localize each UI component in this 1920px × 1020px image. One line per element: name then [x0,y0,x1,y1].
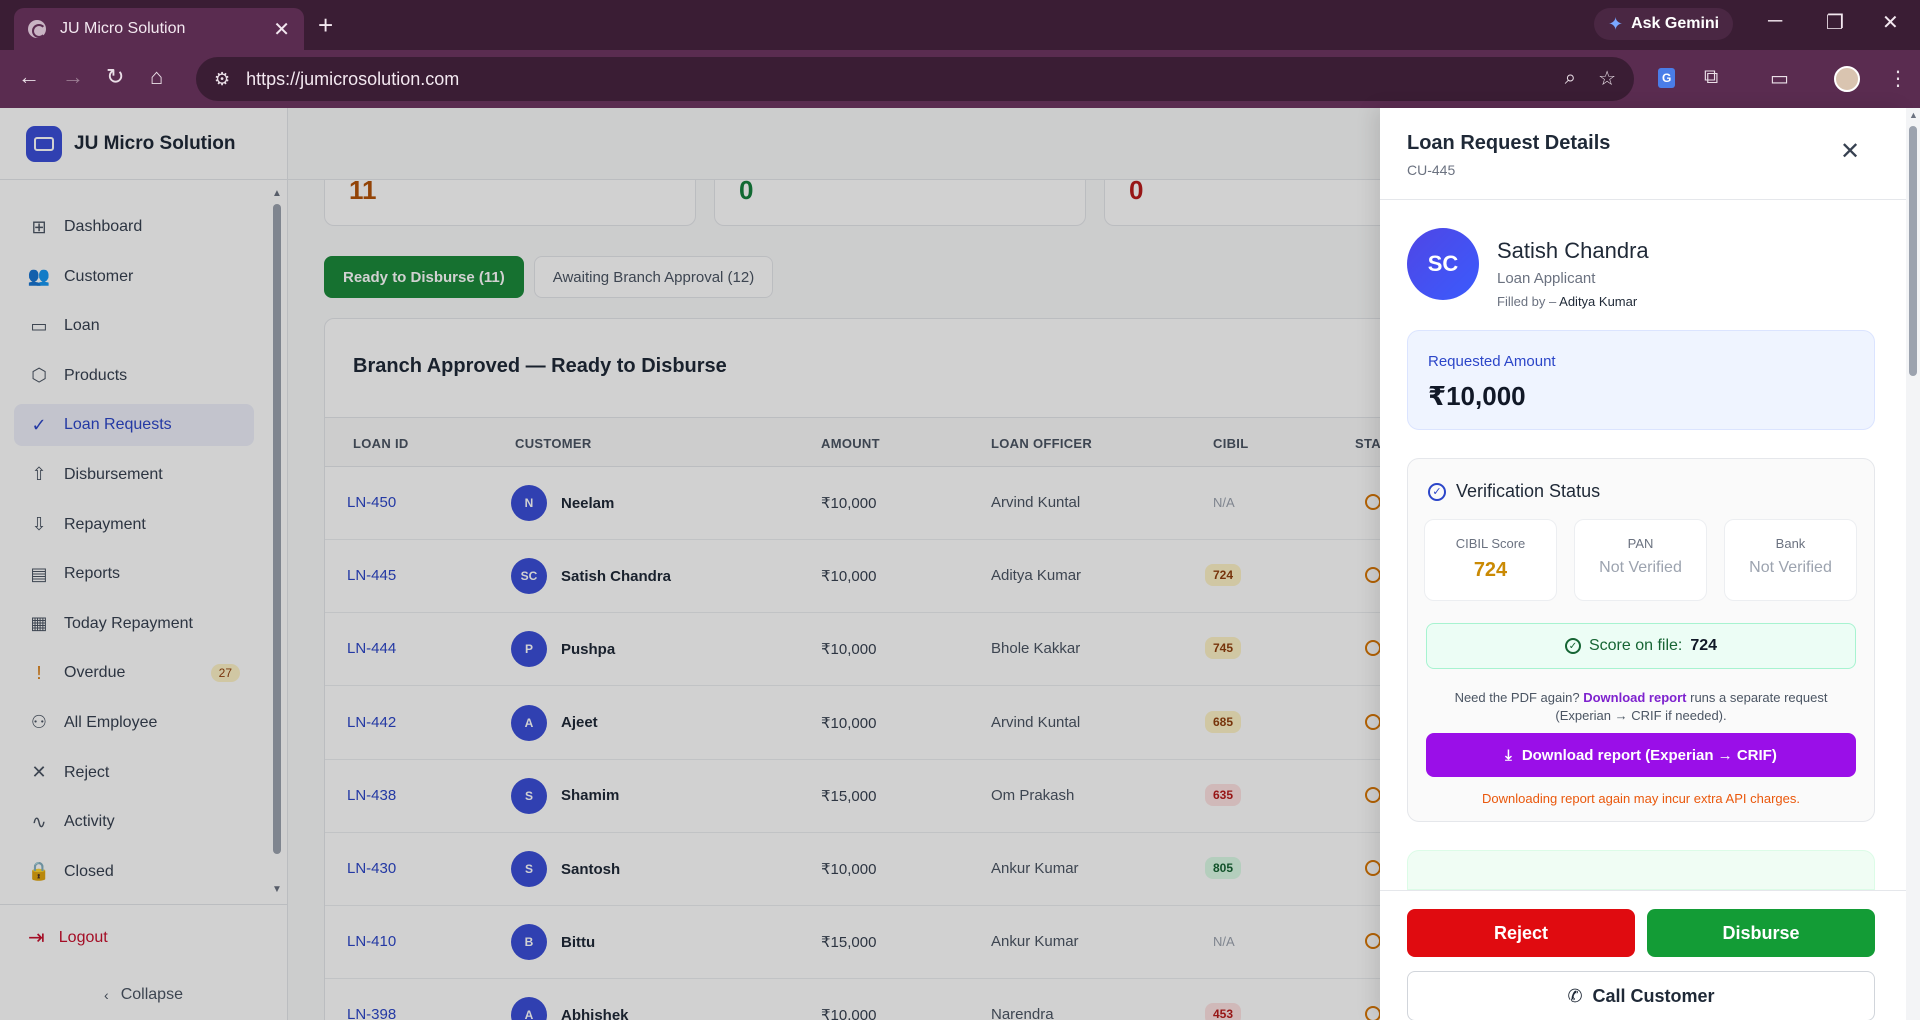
minimize-icon[interactable]: ─ [1768,10,1782,33]
browser-tab[interactable]: JU Micro Solution ✕ [14,8,304,50]
browser-tab-bar: JU Micro Solution ✕ + ✦ Ask Gemini ─ ❐ ✕ [0,0,1920,50]
cibil-score-label: CIBIL Score [1455,536,1526,551]
filled-by-label: Filled by – [1497,294,1557,309]
verification-title: Verification Status [1456,481,1601,501]
download-report-link[interactable]: Download report [1583,690,1686,705]
call-customer-label: Call Customer [1592,985,1715,1006]
drawer-scrollbar[interactable]: ▲ [1906,108,1920,1020]
cast-icon[interactable]: ▭ [1770,66,1789,91]
tab-close-icon[interactable]: ✕ [273,17,290,42]
gemini-sparkle-icon: ✦ [1608,13,1624,34]
filled-by-name: Aditya Kumar [1559,294,1638,309]
reject-button[interactable]: Reject [1407,909,1635,957]
check-circle-icon: ✓ [1428,482,1446,501]
score-on-file: ✓ Score on file: 724 [1426,623,1856,669]
reload-icon[interactable]: ↻ [106,64,124,90]
scroll-up-icon[interactable]: ▲ [1909,110,1918,120]
verification-header: ✓ Verification Status [1428,481,1600,502]
score-on-file-label: Score on file: [1588,637,1683,654]
pan-label: PAN [1627,536,1654,551]
restore-icon[interactable]: ❐ [1826,10,1844,35]
bank-status-box: Bank Not Verified [1724,519,1857,601]
applicant-name: Satish Chandra [1497,238,1649,263]
applicant-avatar: SC [1407,228,1479,300]
phone-icon: ✆ [1567,985,1583,1006]
modal-backdrop-sidebar[interactable] [0,108,288,1020]
drawer-header: Loan Request Details CU-445 ✕ [1380,108,1906,200]
applicant-profile: SC Satish Chandra Loan Applicant Filled … [1407,228,1877,309]
url-bar[interactable]: ⚙ https://jumicrosolution.com ⌕ ☆ [196,57,1634,101]
check-circle-icon: ✓ [1564,638,1581,654]
bank-value: Not Verified [1749,559,1832,576]
download-report-label: Download report (Experian → CRIF) [1521,746,1777,764]
next-section-card [1407,850,1875,890]
home-icon[interactable]: ⌂ [150,64,163,90]
drawer-close-icon[interactable]: ✕ [1840,140,1860,164]
loan-request-drawer: Loan Request Details CU-445 ✕ SC Satish … [1380,108,1906,1020]
filled-by: Filled by – Aditya Kumar [1497,294,1637,309]
cibil-score-box: CIBIL Score 724 [1424,519,1557,601]
forward-arrow-icon[interactable]: → [62,64,84,90]
address-bar-row: ← → ↻ ⌂ ⚙ https://jumicrosolution.com ⌕ … [0,50,1920,108]
zoom-icon[interactable]: ⌕ [1565,67,1576,90]
drawer-title: Loan Request Details [1407,132,1611,154]
ask-gemini-label: Ask Gemini [1631,15,1720,32]
pan-status-box: PAN Not Verified [1574,519,1707,601]
download-note: Need the PDF again? Download report runs… [1426,689,1856,725]
note-text-pre: Need the PDF again? [1454,690,1580,705]
call-customer-button[interactable]: ✆ Call Customer [1407,971,1875,1020]
requested-amount-value: ₹10,000 [1428,381,1526,411]
extensions-puzzle-icon[interactable]: ⧉ [1704,66,1718,89]
google-translate-icon[interactable]: G [1658,68,1676,88]
ask-gemini-button[interactable]: ✦ Ask Gemini [1594,8,1734,40]
back-arrow-icon[interactable]: ← [18,64,40,90]
requested-amount-card: Requested Amount ₹10,000 [1407,330,1875,430]
profile-avatar[interactable] [1834,66,1860,92]
modal-backdrop[interactable] [288,108,1380,1020]
drawer-footer: Reject Disburse ✆ Call Customer [1380,890,1906,1020]
applicant-role: Loan Applicant [1497,270,1596,287]
drawer-scroll-thumb[interactable] [1909,126,1917,376]
bank-label: Bank [1775,536,1806,551]
disburse-button[interactable]: Disburse [1647,909,1875,957]
site-settings-icon[interactable]: ⚙ [214,69,230,90]
download-report-button[interactable]: ⤓ Download report (Experian → CRIF) [1426,733,1856,777]
cibil-score-value: 724 [1473,559,1508,581]
drawer-subtitle: CU-445 [1407,162,1456,178]
browser-menu-icon[interactable]: ⋮ [1888,66,1908,91]
new-tab-button[interactable]: + [318,10,333,40]
window-close-icon[interactable]: ✕ [1882,10,1899,35]
verification-status-card: ✓ Verification Status CIBIL Score 724 PA… [1407,458,1875,822]
api-charge-warning: Downloading report again may incur extra… [1482,791,1800,806]
globe-icon [28,20,46,38]
score-on-file-value: 724 [1690,637,1718,654]
download-icon: ⤓ [1505,746,1512,764]
pan-value: Not Verified [1599,559,1682,576]
url-text: https://jumicrosolution.com [246,68,460,89]
requested-amount-label: Requested Amount [1428,353,1556,370]
tab-title: JU Micro Solution [60,20,186,37]
bookmark-star-icon[interactable]: ☆ [1598,66,1616,91]
